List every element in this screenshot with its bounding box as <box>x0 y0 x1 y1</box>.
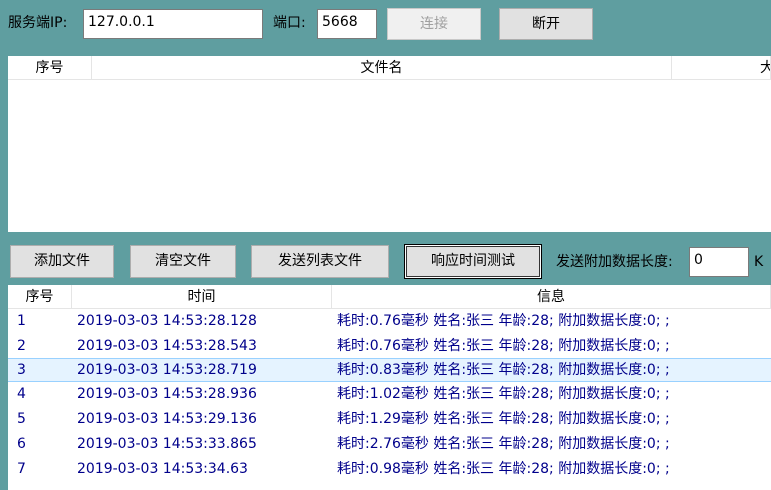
server-ip-input[interactable]: 127.0.0.1 <box>83 9 263 39</box>
row-info: 耗时:2.76毫秒 姓名:张三 年龄:28; 附加数据长度:0; ; <box>337 436 670 452</box>
file-list-header-size[interactable]: 大 <box>672 56 771 80</box>
file-list-header-index[interactable]: 序号 <box>8 56 92 80</box>
disconnect-button[interactable]: 断开 <box>499 8 593 40</box>
row-time: 2019-03-03 14:53:28.719 <box>77 362 257 378</box>
extra-data-length-label: 发送附加数据长度: <box>556 254 673 270</box>
table-row[interactable]: 7 2019-03-03 14:53:34.63 耗时:0.98毫秒 姓名:张三… <box>8 457 771 481</box>
server-ip-label: 服务端IP: <box>8 15 68 31</box>
file-list-header-filename[interactable]: 文件名 <box>92 56 672 80</box>
port-input[interactable]: 5668 <box>317 9 377 39</box>
table-row[interactable]: 5 2019-03-03 14:53:29.136 耗时:1.29毫秒 姓名:张… <box>8 407 771 431</box>
row-time: 2019-03-03 14:53:28.543 <box>77 338 257 354</box>
row-index: 6 <box>17 436 26 452</box>
table-row[interactable]: 4 2019-03-03 14:53:28.936 耗时:1.02毫秒 姓名:张… <box>8 382 771 406</box>
row-index: 7 <box>17 461 26 477</box>
row-index: 5 <box>17 411 26 427</box>
response-time-test-button[interactable]: 响应时间测试 <box>404 244 542 279</box>
table-row[interactable]: 1 2019-03-03 14:53:28.128 耗时:0.76毫秒 姓名:张… <box>8 309 771 333</box>
extra-data-length-input[interactable]: 0 <box>689 247 749 277</box>
row-info: 耗时:0.76毫秒 姓名:张三 年龄:28; 附加数据长度:0; ; <box>337 313 670 329</box>
file-list[interactable]: 序号 文件名 大 <box>8 56 771 232</box>
file-list-header-size-label: 大 <box>760 60 770 76</box>
row-index: 1 <box>17 313 26 329</box>
table-row[interactable]: 6 2019-03-03 14:53:33.865 耗时:2.76毫秒 姓名:张… <box>8 432 771 456</box>
row-info: 耗时:0.76毫秒 姓名:张三 年龄:28; 附加数据长度:0; ; <box>337 338 670 354</box>
row-time: 2019-03-03 14:53:29.136 <box>77 411 257 427</box>
row-info: 耗时:0.98毫秒 姓名:张三 年龄:28; 附加数据长度:0; ; <box>337 461 670 477</box>
row-index: 4 <box>17 386 26 402</box>
log-header-time[interactable]: 时间 <box>72 285 332 309</box>
add-file-button[interactable]: 添加文件 <box>10 245 114 278</box>
row-index: 2 <box>17 338 26 354</box>
row-index: 3 <box>17 362 26 378</box>
row-time: 2019-03-03 14:53:34.63 <box>77 461 248 477</box>
row-info: 耗时:0.83毫秒 姓名:张三 年龄:28; 附加数据长度:0; ; <box>337 362 670 378</box>
row-info: 耗时:1.29毫秒 姓名:张三 年龄:28; 附加数据长度:0; ; <box>337 411 670 427</box>
row-time: 2019-03-03 14:53:28.128 <box>77 313 257 329</box>
log-list[interactable]: 序号 时间 信息 1 2019-03-03 14:53:28.128 耗时:0.… <box>8 285 771 490</box>
row-time: 2019-03-03 14:53:28.936 <box>77 386 257 402</box>
table-row[interactable]: 2 2019-03-03 14:53:28.543 耗时:0.76毫秒 姓名:张… <box>8 334 771 358</box>
log-header-info[interactable]: 信息 <box>332 285 771 309</box>
log-header-index[interactable]: 序号 <box>8 285 72 309</box>
connect-button[interactable]: 连接 <box>387 8 481 40</box>
row-info: 耗时:1.02毫秒 姓名:张三 年龄:28; 附加数据长度:0; ; <box>337 386 670 402</box>
table-row-selected[interactable]: 3 2019-03-03 14:53:28.719 耗时:0.83毫秒 姓名:张… <box>8 358 771 382</box>
row-time: 2019-03-03 14:53:33.865 <box>77 436 257 452</box>
port-label: 端口: <box>273 15 306 31</box>
send-list-button[interactable]: 发送列表文件 <box>251 245 389 278</box>
unit-label: K <box>754 254 764 270</box>
clear-file-button[interactable]: 清空文件 <box>130 245 236 278</box>
